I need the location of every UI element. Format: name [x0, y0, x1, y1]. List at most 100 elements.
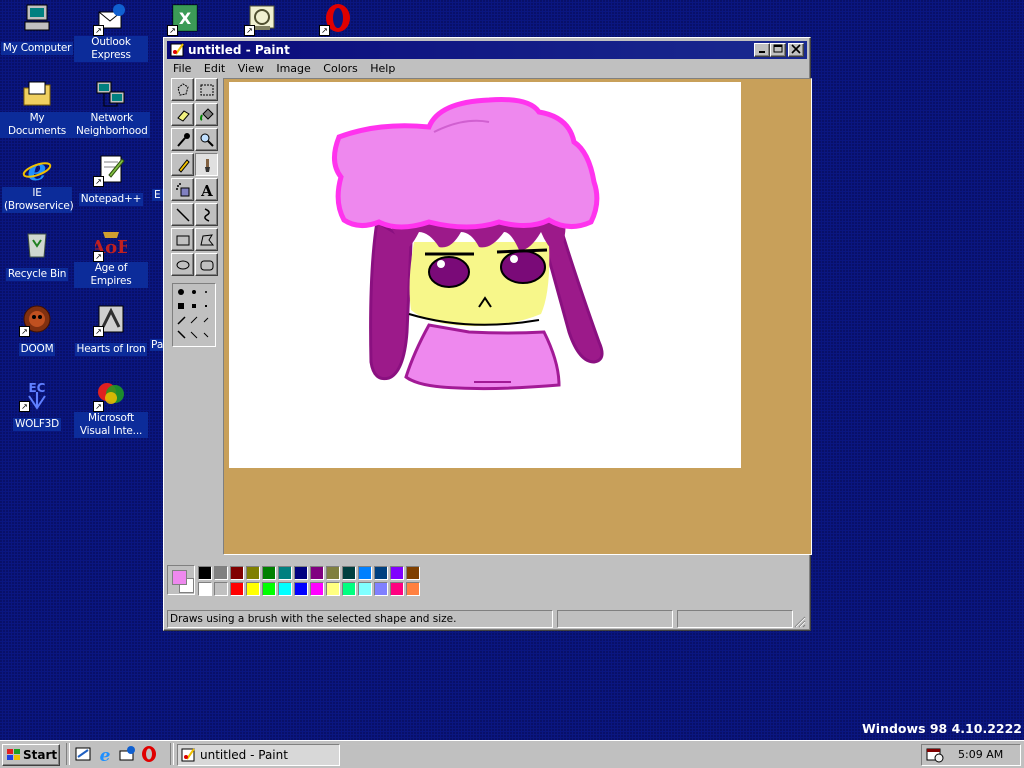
desktop-icon-hearts-of-iron[interactable]: ↗ Hearts of Iron — [74, 303, 148, 356]
tool-select[interactable] — [195, 78, 218, 101]
tool-airbrush[interactable] — [171, 178, 194, 201]
windows-logo-icon — [7, 749, 20, 760]
close-icon — [791, 44, 801, 54]
taskbar-task-paint[interactable]: untitled - Paint — [177, 744, 340, 766]
curve-icon — [204, 208, 210, 222]
menu-file[interactable]: File — [173, 62, 191, 75]
maximize-button[interactable] — [770, 43, 786, 57]
polygon-icon — [200, 234, 215, 246]
tool-brush[interactable] — [195, 153, 218, 176]
color-swatch[interactable] — [230, 566, 244, 580]
desktop-icon-notepad-plus-plus[interactable]: ↗ Notepad++ — [74, 153, 148, 206]
menu-image[interactable]: Image — [276, 62, 310, 75]
tool-free-form-select[interactable] — [171, 78, 194, 101]
opera-icon[interactable] — [140, 745, 158, 763]
color-swatch[interactable] — [390, 582, 404, 596]
desktop-icon-chart-app[interactable]: ↗ — [225, 2, 299, 36]
color-swatch[interactable] — [342, 566, 356, 580]
tool-text[interactable]: A — [195, 178, 218, 201]
outlook-express-icon[interactable] — [118, 745, 136, 763]
shortcut-arrow-icon: ↗ — [93, 25, 104, 36]
desktop-icon-label: Network Neighborhood — [74, 112, 150, 138]
internet-explorer-icon: e — [21, 153, 53, 188]
color-swatch[interactable] — [278, 582, 292, 596]
minimize-button[interactable] — [754, 43, 770, 57]
color-swatch[interactable] — [310, 582, 324, 596]
show-desktop-icon[interactable] — [74, 745, 92, 763]
desktop-icon-opera[interactable]: ↗ — [300, 2, 374, 36]
desktop-icon-ie-browservice[interactable]: e IE (Browservice) — [0, 153, 74, 213]
current-colors[interactable] — [167, 565, 195, 595]
tool-pencil[interactable] — [171, 153, 194, 176]
color-swatch[interactable] — [374, 582, 388, 596]
desktop-icon-recycle-bin[interactable]: Recycle Bin — [0, 228, 74, 281]
desktop-icon-excel[interactable]: X ↗ — [148, 2, 222, 36]
magnifier-icon — [200, 133, 214, 147]
color-swatch[interactable] — [294, 566, 308, 580]
desktop-icon-network-neighborhood[interactable]: Network Neighborhood — [74, 78, 150, 138]
task-scheduler-icon[interactable] — [926, 747, 944, 763]
color-swatch[interactable] — [230, 582, 244, 596]
desktop-icon-outlook-express[interactable]: ↗ Outlook Express — [74, 2, 148, 62]
internet-explorer-icon[interactable]: e — [96, 745, 114, 763]
color-swatch[interactable] — [214, 582, 228, 596]
clock[interactable]: 5:09 AM — [958, 745, 1003, 765]
color-swatch[interactable] — [406, 582, 420, 596]
menu-help[interactable]: Help — [370, 62, 395, 75]
tool-rounded-rectangle[interactable] — [195, 253, 218, 276]
desktop-icon-wolf3d[interactable]: EC ↗ WOLF3D — [0, 378, 74, 431]
color-swatch[interactable] — [358, 566, 372, 580]
desktop-icon-visual-interdev[interactable]: ↗ Microsoft Visual Inte... — [74, 378, 148, 438]
desktop-icon-my-documents[interactable]: My Documents — [0, 78, 74, 138]
color-swatch[interactable] — [246, 582, 260, 596]
color-swatch[interactable] — [198, 566, 212, 580]
color-swatch[interactable] — [390, 566, 404, 580]
free-form-select-icon — [177, 83, 189, 96]
menu-view[interactable]: View — [238, 62, 264, 75]
brush-shape-options[interactable] — [172, 283, 216, 347]
tool-magnifier[interactable] — [195, 128, 218, 151]
color-swatch[interactable] — [342, 582, 356, 596]
tool-ellipse[interactable] — [171, 253, 194, 276]
color-swatch[interactable] — [262, 582, 276, 596]
desktop-icon-my-computer[interactable]: My Computer — [0, 2, 74, 55]
color-swatch[interactable] — [198, 582, 212, 596]
task-label: untitled - Paint — [200, 748, 288, 762]
status-size — [677, 610, 793, 628]
desktop-icon-label: Age of Empires — [74, 262, 148, 288]
menu-edit[interactable]: Edit — [204, 62, 225, 75]
tool-polygon[interactable] — [195, 228, 218, 251]
tool-pick-color[interactable] — [171, 128, 194, 151]
color-swatch[interactable] — [358, 582, 372, 596]
tool-eraser[interactable] — [171, 103, 194, 126]
drawing-canvas[interactable] — [229, 82, 741, 468]
close-button[interactable] — [788, 43, 804, 57]
color-swatch[interactable] — [310, 566, 324, 580]
tool-curve[interactable] — [195, 203, 218, 226]
desktop-icon-age-of-empires[interactable]: AoE ↗ Age of Empires — [74, 228, 148, 288]
drawing — [332, 97, 604, 391]
desktop-icon-label: DOOM — [18, 343, 56, 356]
desktop-icon-doom[interactable]: ↗ DOOM — [0, 303, 74, 356]
color-swatch[interactable] — [262, 566, 276, 580]
paint-window: untitled - Paint File Edit View Image Co… — [163, 37, 812, 631]
tool-rectangle[interactable] — [171, 228, 194, 251]
color-swatch[interactable] — [294, 582, 308, 596]
color-swatch[interactable] — [326, 566, 340, 580]
tool-line[interactable] — [171, 203, 194, 226]
resize-grip-icon[interactable] — [792, 614, 806, 628]
color-swatch[interactable] — [326, 582, 340, 596]
color-swatch[interactable] — [246, 566, 260, 580]
color-swatch[interactable] — [406, 566, 420, 580]
color-swatch[interactable] — [374, 566, 388, 580]
rounded-rectangle-icon — [200, 260, 214, 271]
tool-fill[interactable] — [195, 103, 218, 126]
shortcut-arrow-icon: ↗ — [244, 25, 255, 36]
start-button[interactable]: Start — [2, 744, 60, 766]
taskbar-divider — [170, 743, 174, 765]
color-swatch[interactable] — [278, 566, 292, 580]
menu-colors[interactable]: Colors — [323, 62, 357, 75]
desktop-icon-label: My Computer — [0, 42, 74, 55]
title-bar[interactable]: untitled - Paint — [167, 41, 807, 59]
color-swatch[interactable] — [214, 566, 228, 580]
